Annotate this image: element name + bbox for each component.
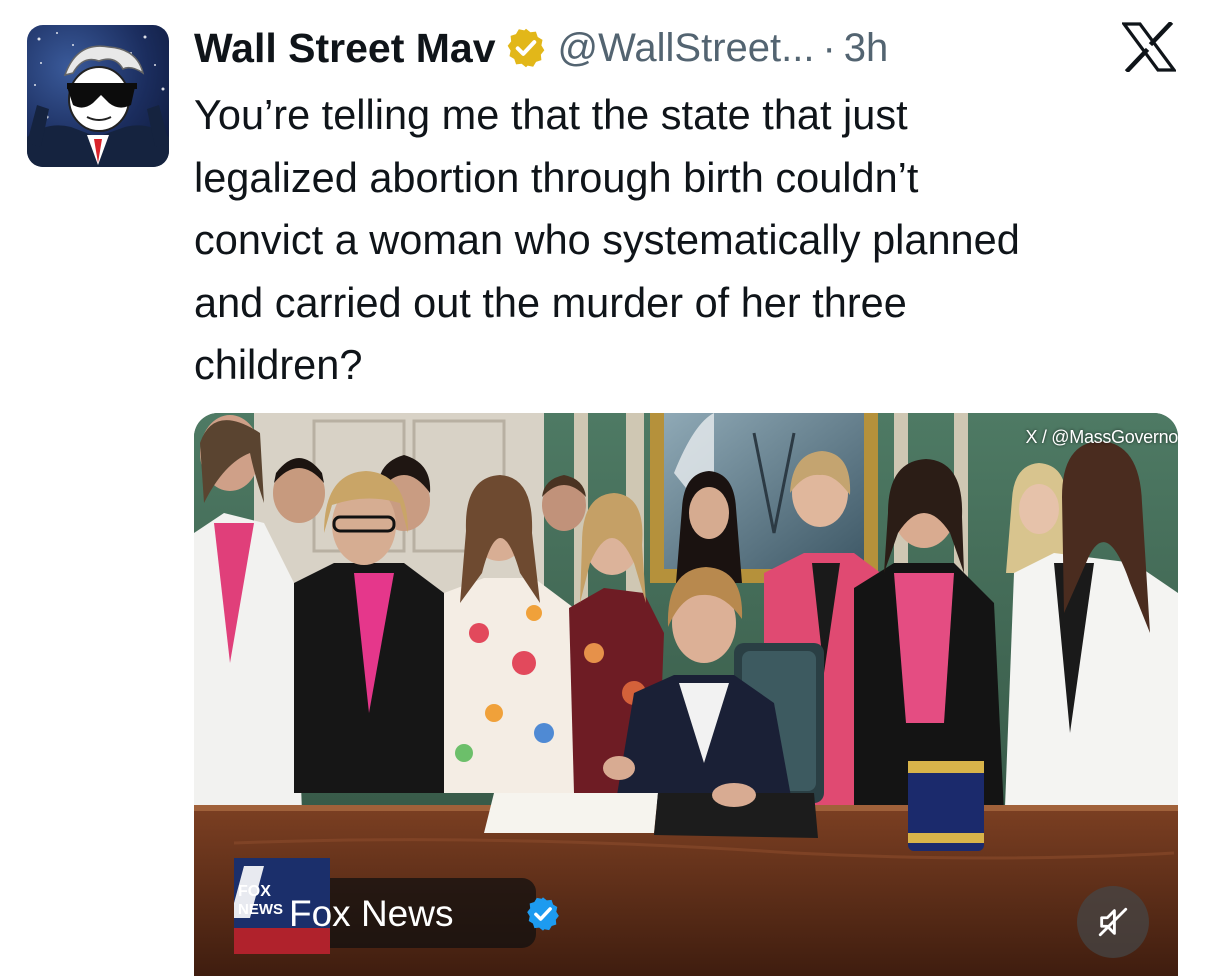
x-logo-icon[interactable] [1122, 22, 1176, 72]
gold-verified-badge-icon[interactable] [504, 26, 548, 70]
mute-toggle-button[interactable] [1077, 886, 1149, 958]
author-display-name[interactable]: Wall Street Mav [194, 25, 496, 72]
author-handle[interactable]: @WallStreet... [558, 26, 815, 71]
speaker-muted-icon [1098, 907, 1128, 937]
video-source-name: Fox News [289, 893, 454, 934]
fox-logo-line-2: NEWS [238, 901, 283, 918]
tweet-header: Wall Street Mav @WallStreet... · 3h [194, 20, 888, 76]
tweet-text: You’re telling me that the state that ju… [194, 91, 1020, 388]
author-avatar[interactable] [27, 25, 169, 167]
video-credit-text: X / @MassGoverno [1025, 427, 1178, 447]
sunglasses-cartoon-avatar-icon [27, 32, 169, 167]
separator-dot: · [822, 25, 836, 70]
blue-verified-badge-icon [527, 897, 559, 931]
fox-logo-line-1: FOX [238, 883, 271, 900]
video-source-pill[interactable]: FOX NEWS Fox News [234, 858, 559, 954]
tweet-timestamp[interactable]: 3h [844, 26, 889, 71]
tweet-video[interactable]: X / @MassGoverno FOX NEWS Fox News [194, 413, 1178, 976]
